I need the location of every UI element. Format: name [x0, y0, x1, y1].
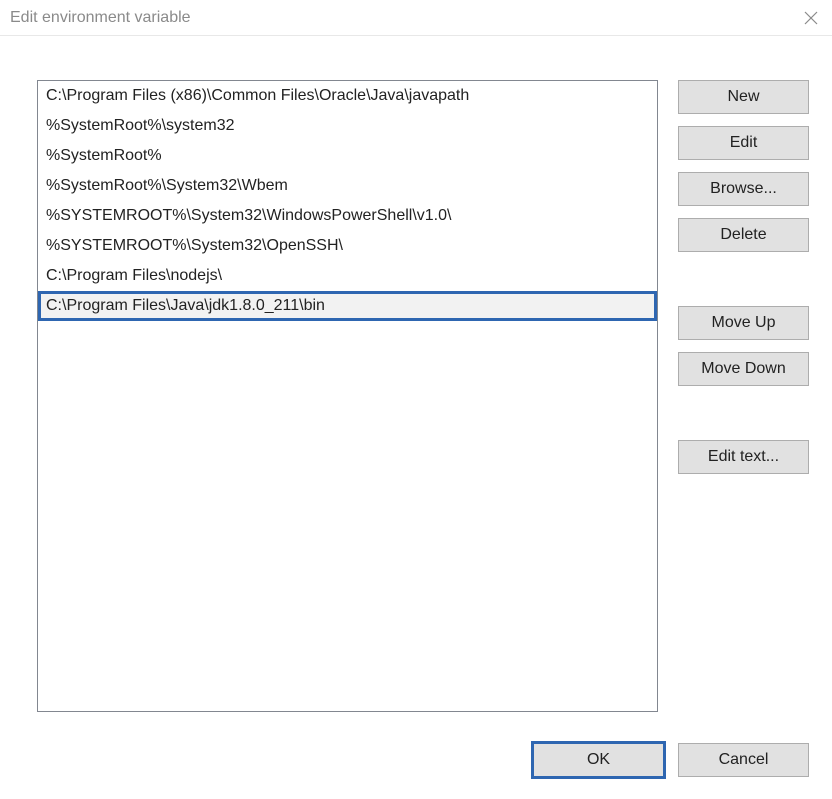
- dialog-content: C:\Program Files (x86)\Common Files\Orac…: [0, 36, 832, 799]
- list-item[interactable]: %SystemRoot%\system32: [38, 111, 657, 141]
- list-item[interactable]: %SYSTEMROOT%\System32\OpenSSH\: [38, 231, 657, 261]
- move-down-button[interactable]: Move Down: [678, 352, 809, 386]
- titlebar: Edit environment variable: [0, 0, 832, 36]
- move-up-button[interactable]: Move Up: [678, 306, 809, 340]
- close-icon[interactable]: [802, 9, 820, 27]
- edit-text-button[interactable]: Edit text...: [678, 440, 809, 474]
- new-button[interactable]: New: [678, 80, 809, 114]
- browse-button[interactable]: Browse...: [678, 172, 809, 206]
- edit-button[interactable]: Edit: [678, 126, 809, 160]
- delete-button[interactable]: Delete: [678, 218, 809, 252]
- list-item[interactable]: C:\Program Files\nodejs\: [38, 261, 657, 291]
- cancel-button[interactable]: Cancel: [678, 743, 809, 777]
- list-item[interactable]: %SYSTEMROOT%\System32\WindowsPowerShell\…: [38, 201, 657, 231]
- list-item[interactable]: %SystemRoot%\System32\Wbem: [38, 171, 657, 201]
- ok-button[interactable]: OK: [533, 743, 664, 777]
- list-item[interactable]: %SystemRoot%: [38, 141, 657, 171]
- bottom-button-group: OK Cancel: [0, 743, 809, 777]
- window-title: Edit environment variable: [10, 9, 191, 27]
- path-listbox[interactable]: C:\Program Files (x86)\Common Files\Orac…: [37, 80, 658, 712]
- list-item[interactable]: C:\Program Files (x86)\Common Files\Orac…: [38, 81, 657, 111]
- list-item[interactable]: C:\Program Files\Java\jdk1.8.0_211\bin: [38, 291, 657, 321]
- side-button-group: New Edit Browse... Delete Move Up Move D…: [678, 80, 809, 474]
